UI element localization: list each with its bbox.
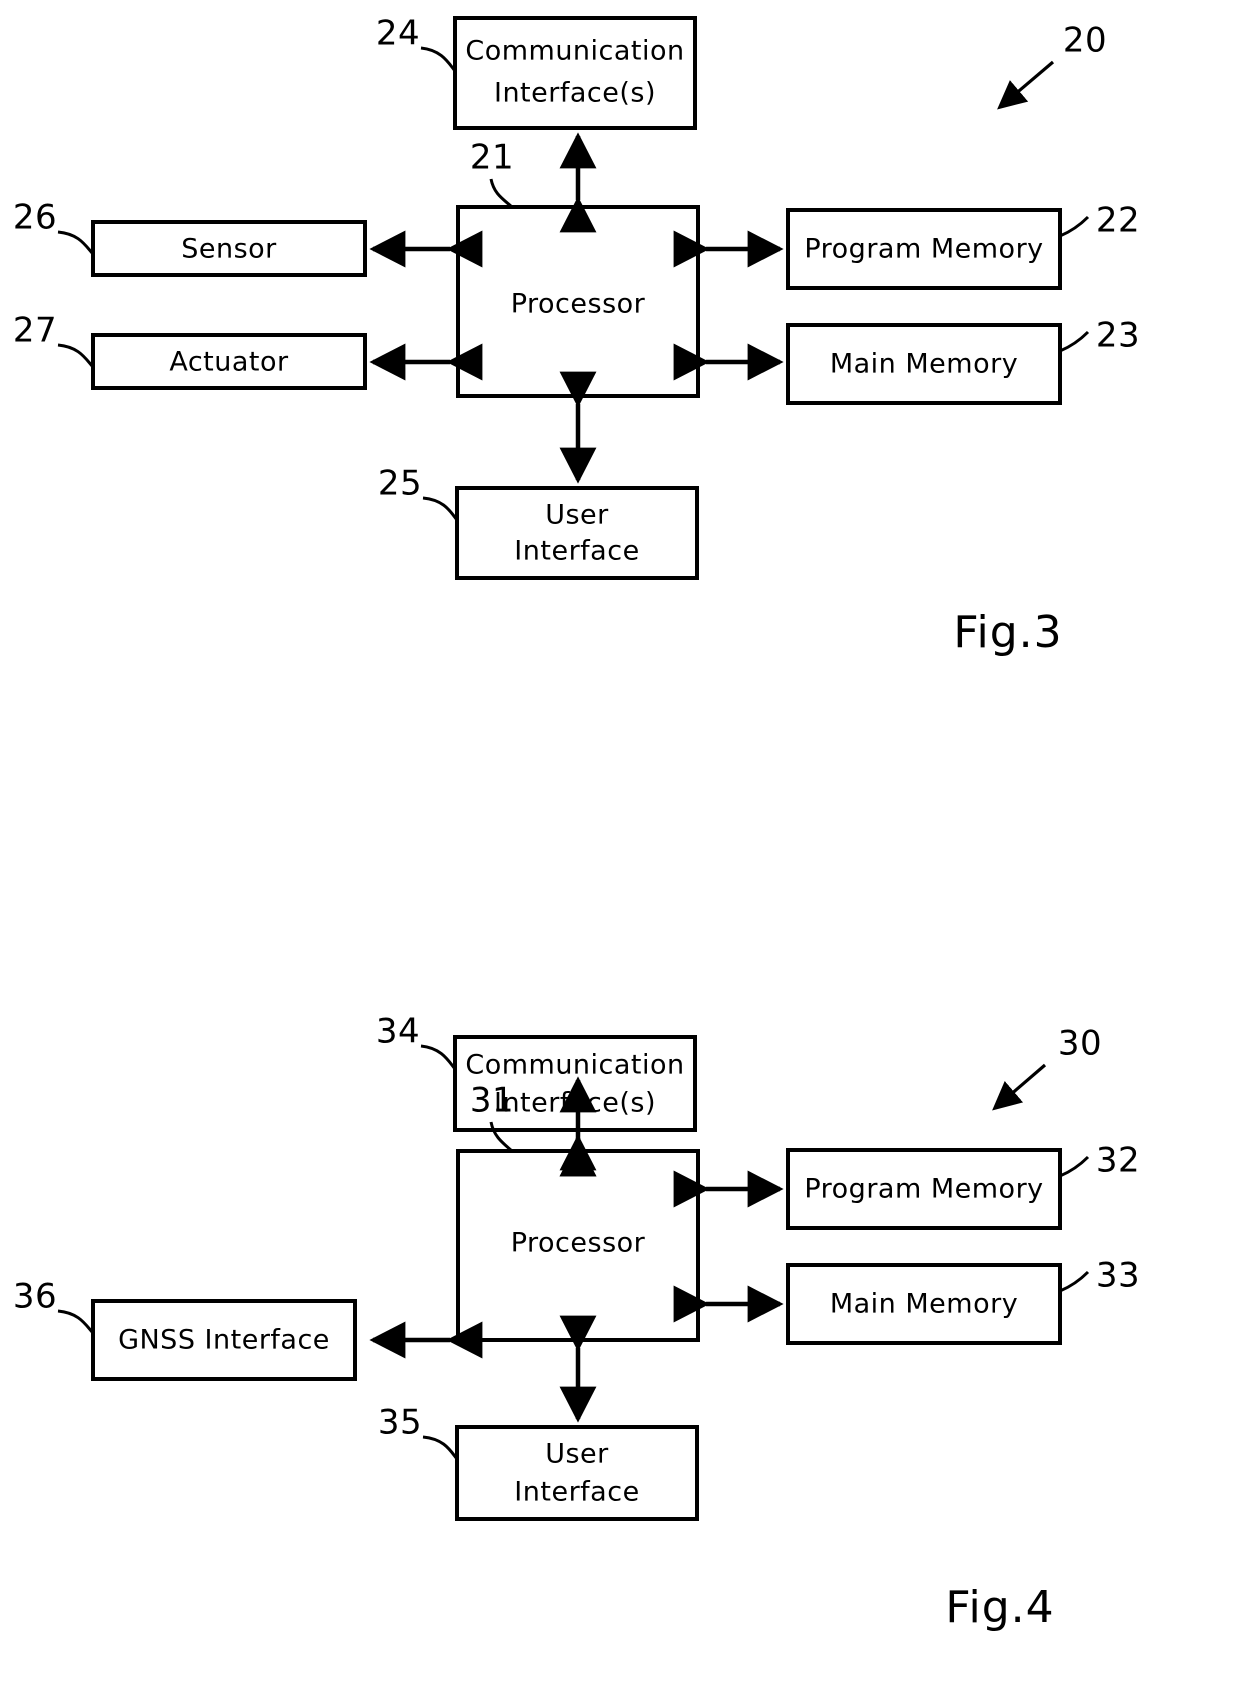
- fig3-processor-label: Processor: [511, 289, 646, 320]
- fig3-communication-interface-block[interactable]: Communication Interface(s): [453, 16, 697, 130]
- fig3-program-memory-ref-number: 22: [1096, 201, 1140, 241]
- fig3-actuator-block[interactable]: Actuator: [91, 333, 367, 390]
- fig4-user-interface-ref-number: 35: [378, 1403, 422, 1443]
- fig3-user-interface-block[interactable]: User Interface: [455, 486, 699, 580]
- fig4-communication-interface-label-line2: Interface(s): [494, 1088, 656, 1119]
- fig4-processor-label: Processor: [511, 1228, 646, 1259]
- fig3-main-memory-ref-callout: 23: [1059, 316, 1140, 356]
- fig3-sensor-ref-number: 26: [13, 198, 57, 238]
- fig3-processor-ref-number: 21: [470, 138, 514, 178]
- fig4-main-memory-ref-number: 33: [1096, 1256, 1140, 1296]
- fig3-actuator-ref-callout: 27: [13, 311, 95, 368]
- fig3-actuator-label: Actuator: [169, 347, 289, 378]
- fig3-program-memory-ref-callout: 22: [1059, 201, 1140, 241]
- patent-drawing-sheet: 20 Communication Interface(s) 24 Process…: [0, 0, 1240, 1693]
- fig4-processor-block[interactable]: Processor: [456, 1149, 700, 1342]
- fig3-program-memory-block[interactable]: Program Memory: [786, 208, 1062, 290]
- fig4-user-interface-label-line1: User: [545, 1439, 609, 1470]
- fig4-user-interface-label-line2: Interface: [514, 1477, 639, 1508]
- fig4-program-memory-ref-callout: 32: [1059, 1141, 1140, 1181]
- fig3-communication-interface-box[interactable]: [453, 16, 697, 130]
- fig4-gnss-interface-ref-callout: 36: [13, 1277, 95, 1334]
- fig3-caption: Fig.3: [953, 607, 1062, 658]
- fig3-main-memory-block[interactable]: Main Memory: [786, 323, 1062, 405]
- fig3-user-interface-ref-number: 25: [378, 464, 422, 504]
- fig3-sensor-block[interactable]: Sensor: [91, 220, 367, 277]
- fig3-communication-interface-label-line2: Interface(s): [494, 78, 656, 109]
- fig4-processor-ref-number: 31: [470, 1081, 514, 1121]
- fig3-sensor-label: Sensor: [181, 234, 277, 265]
- fig3-processor-block[interactable]: Processor: [456, 205, 700, 398]
- fig4-communication-interface-ref-callout: 34: [376, 1012, 457, 1070]
- fig3-main-memory-ref-number: 23: [1096, 316, 1140, 356]
- fig4-user-interface-ref-callout: 35: [378, 1403, 459, 1460]
- fig3-communication-interface-label-line1: Communication: [465, 36, 684, 67]
- fig4-user-interface-block[interactable]: User Interface: [455, 1425, 699, 1521]
- fig4-program-memory-label: Program Memory: [804, 1174, 1043, 1205]
- fig3-communication-interface-ref-callout: 24: [376, 14, 457, 72]
- fig3-processor-ref-callout: 21: [470, 138, 514, 209]
- fig4-communication-interface-ref-number: 34: [376, 1012, 420, 1052]
- fig3-main-memory-label: Main Memory: [830, 349, 1018, 380]
- fig4-caption: Fig.4: [945, 1582, 1054, 1633]
- figure-4: 30 Communication Interface(s) 34 Process…: [13, 1012, 1140, 1634]
- fig4-system-ref-callout: 30: [992, 1024, 1102, 1111]
- fig3-system-ref-number: 20: [1063, 21, 1107, 61]
- fig4-main-memory-block[interactable]: Main Memory: [786, 1263, 1062, 1345]
- fig3-program-memory-label: Program Memory: [804, 234, 1043, 265]
- fig4-gnss-interface-label: GNSS Interface: [118, 1325, 330, 1356]
- fig3-sensor-ref-callout: 26: [13, 198, 95, 255]
- fig3-user-interface-ref-callout: 25: [378, 464, 459, 521]
- figure-3: 20 Communication Interface(s) 24 Process…: [13, 14, 1140, 659]
- fig4-communication-interface-label-line1: Communication: [465, 1050, 684, 1081]
- fig3-communication-interface-ref-number: 24: [376, 14, 420, 54]
- fig4-program-memory-ref-number: 32: [1096, 1141, 1140, 1181]
- fig4-gnss-interface-block[interactable]: GNSS Interface: [91, 1299, 357, 1381]
- fig4-processor-ref-callout: 31: [470, 1081, 514, 1153]
- fig3-system-ref-callout: 20: [997, 21, 1107, 110]
- fig4-program-memory-block[interactable]: Program Memory: [786, 1148, 1062, 1230]
- fig4-gnss-interface-ref-number: 36: [13, 1277, 57, 1317]
- drawing-canvas: 20 Communication Interface(s) 24 Process…: [13, 14, 1140, 1634]
- fig4-main-memory-label: Main Memory: [830, 1289, 1018, 1320]
- fig4-main-memory-ref-callout: 33: [1059, 1256, 1140, 1296]
- fig3-user-interface-label-line1: User: [545, 500, 609, 531]
- fig3-actuator-ref-number: 27: [13, 311, 57, 351]
- fig4-system-ref-number: 30: [1058, 1024, 1102, 1064]
- fig3-user-interface-label-line2: Interface: [514, 536, 639, 567]
